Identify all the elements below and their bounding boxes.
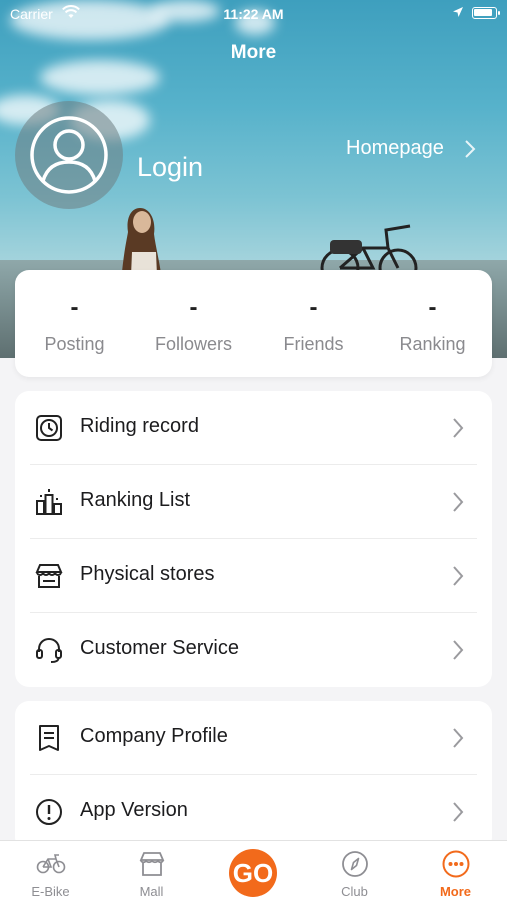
info-icon xyxy=(36,799,62,825)
store-icon xyxy=(35,564,63,588)
status-bar: Carrier 11:22 AM xyxy=(0,0,507,28)
document-icon xyxy=(39,725,59,751)
go-button[interactable]: GO xyxy=(229,849,277,897)
stat-label: Friends xyxy=(283,334,344,354)
stat-label: Posting xyxy=(44,334,105,354)
menu-item-label: Riding record xyxy=(80,415,199,437)
login-link[interactable]: Login xyxy=(137,152,203,183)
shop-icon xyxy=(139,852,165,876)
status-time: 11:22 AM xyxy=(223,6,284,22)
menu-item-customer-service[interactable]: Customer Service xyxy=(15,613,492,687)
compass-icon xyxy=(342,851,368,877)
tab-more[interactable]: More xyxy=(405,841,506,900)
more-icon xyxy=(442,850,470,878)
menu-item-label: App Version xyxy=(80,799,188,821)
menu-item-label: Ranking List xyxy=(80,489,191,511)
headset-icon xyxy=(36,637,62,663)
chevron-right-icon xyxy=(453,802,464,822)
chevron-right-icon xyxy=(453,492,464,512)
location-arrow-icon xyxy=(453,7,463,17)
chevron-right-icon xyxy=(453,566,464,586)
menu-item-riding-record[interactable]: Riding record xyxy=(15,391,492,465)
stat-label: Ranking xyxy=(399,334,466,354)
battery-icon xyxy=(472,7,500,19)
tab-label: E-Bike xyxy=(31,884,70,899)
avatar[interactable] xyxy=(15,101,123,209)
tab-label: More xyxy=(439,884,472,899)
stat-value: - xyxy=(189,294,198,321)
stats-card: - Posting - Followers - Friends - Rankin… xyxy=(15,270,492,377)
menu-item-app-version[interactable]: App Version xyxy=(15,775,492,849)
stat-value: - xyxy=(309,294,318,321)
homepage-link[interactable]: Homepage xyxy=(346,137,444,160)
user-icon xyxy=(30,116,108,194)
menu-item-label: Customer Service xyxy=(80,637,239,659)
stat-label: Followers xyxy=(154,334,233,354)
chevron-right-icon[interactable] xyxy=(464,139,476,159)
tab-mall[interactable]: Mall xyxy=(101,841,202,900)
chevron-right-icon xyxy=(453,418,464,438)
tab-label: Club xyxy=(341,884,368,899)
clock-icon xyxy=(36,415,62,441)
menu-item-company-profile[interactable]: Company Profile xyxy=(15,701,492,775)
menu-card-primary: Riding record Ranking List Physical stor… xyxy=(15,391,492,687)
page-title: More xyxy=(230,42,277,63)
stat-value: - xyxy=(428,294,437,321)
bike-icon xyxy=(36,854,66,874)
tab-bar: E-Bike Mall GO Club More xyxy=(0,840,507,900)
menu-card-secondary: Company Profile App Version xyxy=(15,701,492,851)
menu-item-ranking-list[interactable]: Ranking List xyxy=(15,465,492,539)
tab-label: Mall xyxy=(139,884,164,899)
menu-item-physical-stores[interactable]: Physical stores xyxy=(15,539,492,613)
menu-item-label: Physical stores xyxy=(80,563,215,585)
tab-e-bike[interactable]: E-Bike xyxy=(0,841,101,900)
chevron-right-icon xyxy=(453,640,464,660)
ranking-icon xyxy=(36,489,62,515)
menu-item-label: Company Profile xyxy=(80,725,228,747)
stat-value: - xyxy=(70,294,79,321)
chevron-right-icon xyxy=(453,728,464,748)
tab-club[interactable]: Club xyxy=(304,841,405,900)
